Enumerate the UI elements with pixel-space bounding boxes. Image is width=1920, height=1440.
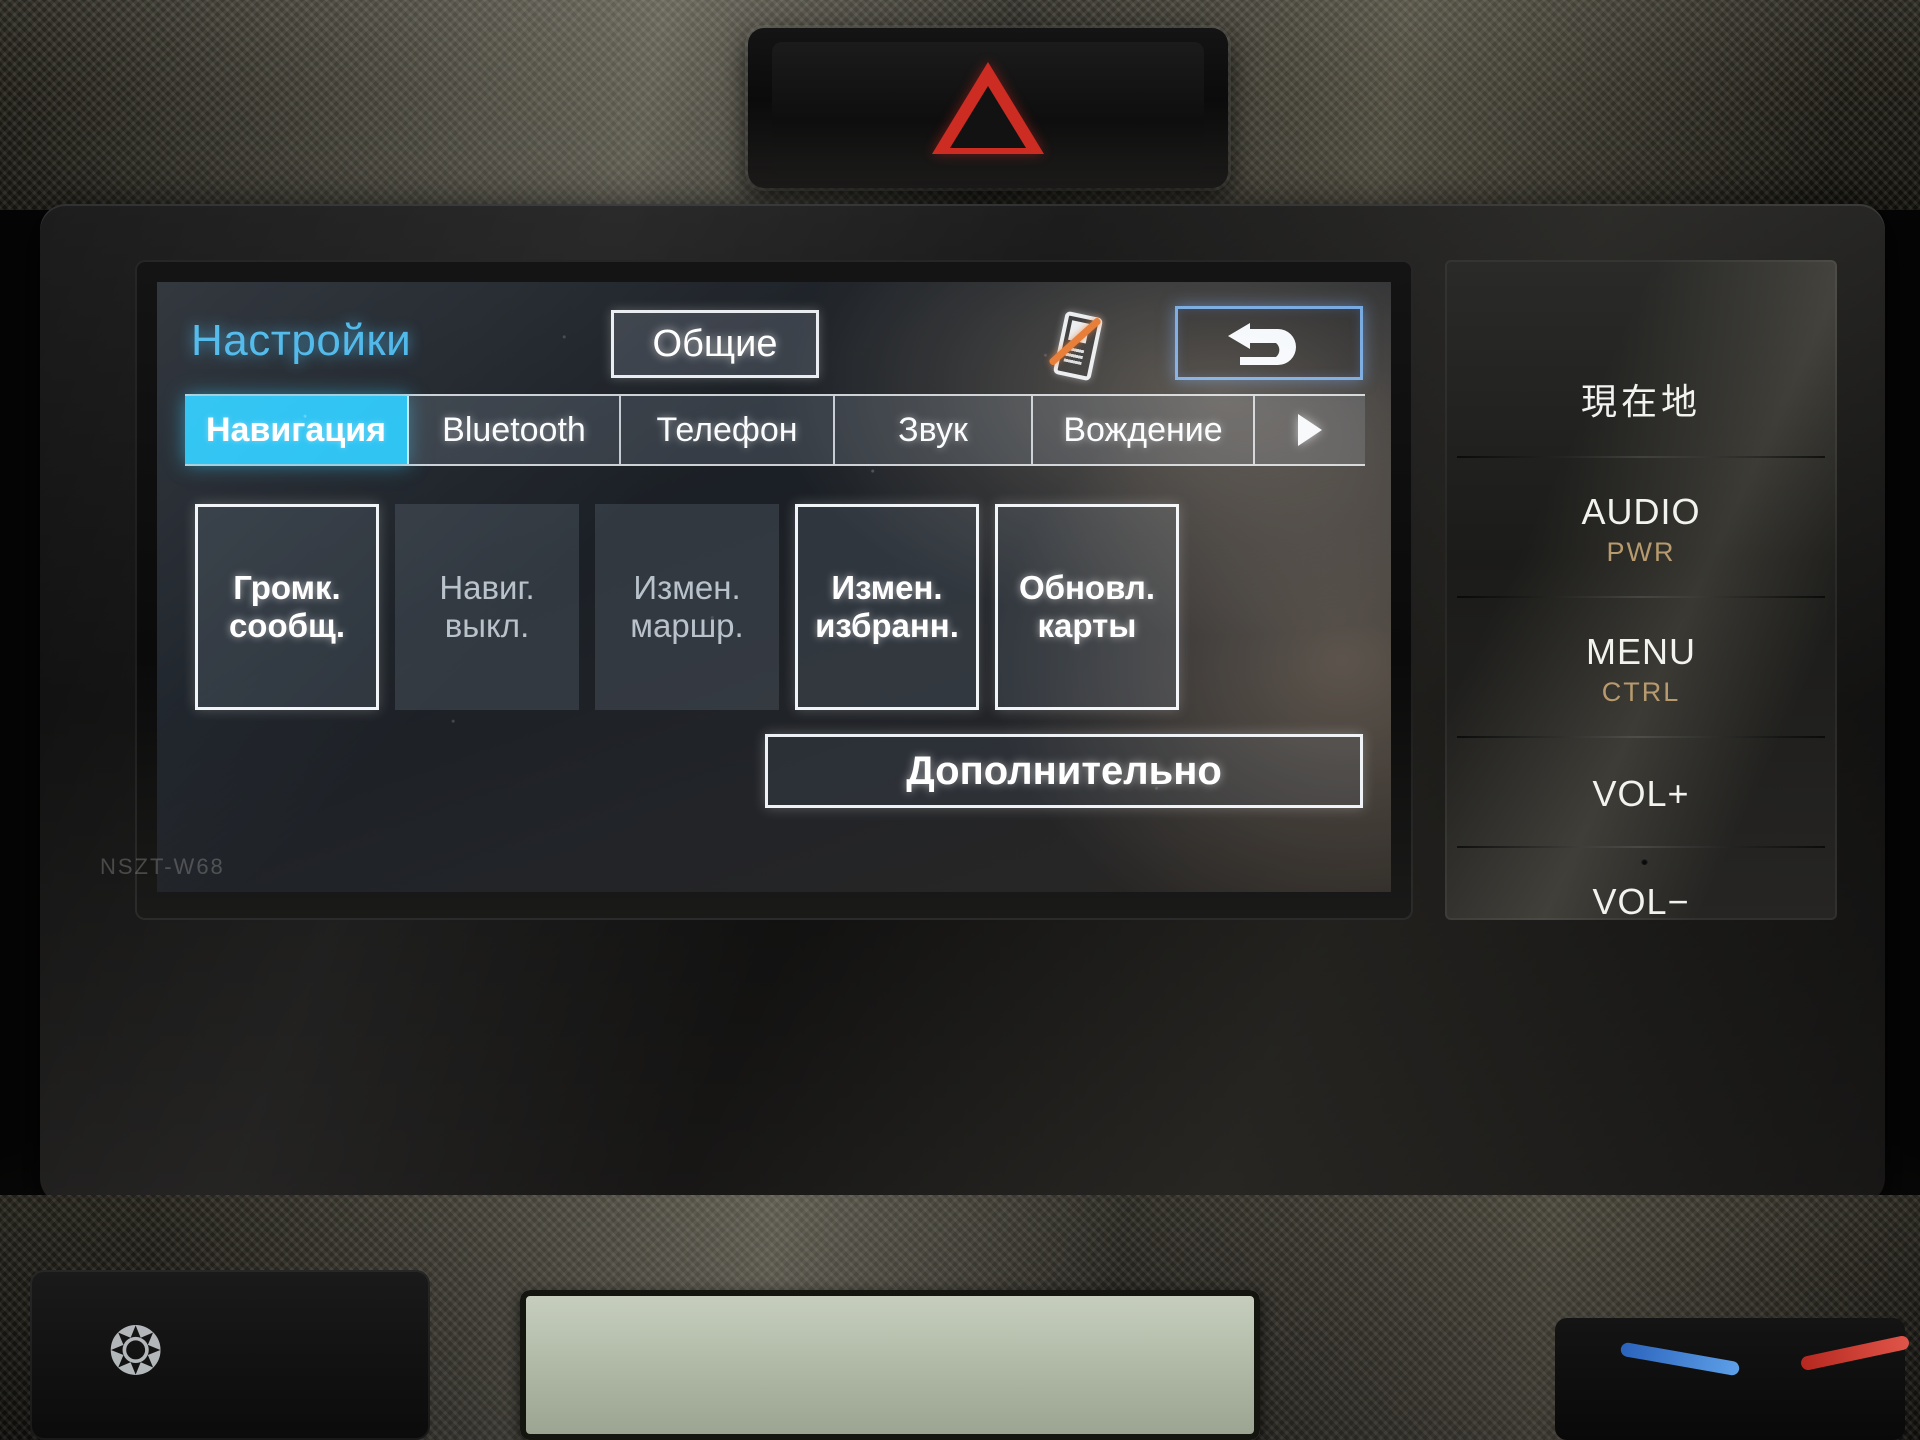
edit-favorites-button[interactable]: Измен. избранн. bbox=[795, 504, 979, 710]
tab-next-page-button[interactable] bbox=[1255, 396, 1365, 464]
tab-sound-label: Звук bbox=[898, 410, 968, 449]
screenshot-root: Настройки Общие Навигация Bluetooth Теле… bbox=[0, 0, 1920, 1440]
key-divider-1 bbox=[1457, 456, 1825, 458]
menu-ctrl-key[interactable]: MENU CTRL bbox=[1445, 604, 1837, 734]
tab-navigation-label: Навигация bbox=[206, 410, 386, 449]
reset-pinhole bbox=[1641, 858, 1648, 865]
edit-favorites-label-line2: избранн. bbox=[815, 607, 959, 644]
update-maps-label-line2: карты bbox=[1037, 607, 1137, 644]
navigation-off-label-line1: Навиг. bbox=[439, 568, 535, 606]
settings-tab-bar: Навигация Bluetooth Телефон Звук Вождени… bbox=[185, 394, 1365, 466]
change-route-button[interactable]: Измен. маршр. bbox=[595, 504, 779, 710]
additional-settings-button[interactable]: Дополнительно bbox=[765, 734, 1363, 808]
unit-model-label: NSZT-W68 bbox=[100, 854, 225, 879]
menu-key-label: MENU bbox=[1586, 630, 1696, 672]
audio-key-label: AUDIO bbox=[1581, 490, 1701, 532]
chevron-right-icon bbox=[1298, 414, 1322, 446]
tab-phone[interactable]: Телефон bbox=[621, 396, 835, 464]
key-divider-3 bbox=[1457, 736, 1825, 738]
phone-disconnected-icon bbox=[1043, 310, 1105, 382]
screen-bezel: Настройки Общие Навигация Bluetooth Теле… bbox=[135, 260, 1413, 920]
climate-control-panel bbox=[1555, 1318, 1905, 1440]
volume-down-label: VOL− bbox=[1592, 881, 1690, 922]
additional-settings-label: Дополнительно bbox=[906, 748, 1222, 793]
message-volume-label-line2: сообщ. bbox=[228, 607, 346, 644]
menu-key-sublabel: CTRL bbox=[1601, 676, 1681, 707]
hazard-light-button[interactable] bbox=[772, 42, 1204, 174]
tab-driving-label: Вождение bbox=[1063, 410, 1223, 449]
general-settings-label: Общие bbox=[652, 322, 778, 365]
navigation-off-label-line2: выкл. bbox=[444, 607, 530, 644]
key-divider-2 bbox=[1457, 596, 1825, 598]
tab-sound[interactable]: Звук bbox=[835, 396, 1033, 464]
hazard-button-housing bbox=[748, 28, 1228, 188]
screen-header: Настройки Общие bbox=[157, 302, 1391, 384]
tab-phone-label: Телефон bbox=[656, 410, 798, 449]
navigation-off-button[interactable]: Навиг. выкл. bbox=[395, 504, 579, 710]
change-route-label-line2: маршр. bbox=[630, 607, 744, 644]
climate-display bbox=[520, 1290, 1260, 1440]
back-button[interactable] bbox=[1175, 306, 1363, 380]
message-volume-button[interactable]: Громк. сообщ. bbox=[195, 504, 379, 710]
tab-bluetooth-label: Bluetooth bbox=[442, 410, 586, 449]
page-title: Настройки bbox=[191, 316, 412, 365]
change-route-label-line1: Измен. bbox=[633, 568, 741, 606]
back-arrow-icon bbox=[1228, 323, 1296, 365]
audio-key-sublabel: PWR bbox=[1606, 536, 1676, 567]
volume-down-key[interactable]: VOL− bbox=[1445, 852, 1837, 952]
volume-up-key[interactable]: VOL+ bbox=[1445, 744, 1837, 844]
volume-up-label: VOL+ bbox=[1592, 773, 1690, 814]
current-location-label: 現在地 bbox=[1580, 382, 1701, 423]
general-settings-button[interactable]: Общие bbox=[611, 310, 819, 378]
tab-driving[interactable]: Вождение bbox=[1033, 396, 1255, 464]
current-location-key[interactable]: 現在地 bbox=[1445, 344, 1837, 454]
hardware-key-column: 現在地 AUDIO PWR MENU CTRL VOL+ VOL− bbox=[1445, 260, 1837, 922]
tab-bluetooth[interactable]: Bluetooth bbox=[409, 396, 621, 464]
update-maps-label-line1: Обновл. bbox=[1018, 568, 1156, 606]
hazard-triangle-icon bbox=[932, 62, 1044, 154]
audio-power-key[interactable]: AUDIO PWR bbox=[1445, 464, 1837, 594]
message-volume-label-line1: Громк. bbox=[233, 568, 341, 606]
tab-navigation[interactable]: Навигация bbox=[185, 396, 409, 464]
head-unit: Настройки Общие Навигация Bluetooth Теле… bbox=[40, 204, 1885, 1204]
update-maps-button[interactable]: Обновл. карты bbox=[995, 504, 1179, 710]
lcd-display: Настройки Общие Навигация Bluetooth Теле… bbox=[157, 282, 1391, 892]
key-divider-4 bbox=[1457, 846, 1825, 848]
settings-button-grid: Громк. сообщ. Навиг. выкл. Измен. маршр.… bbox=[195, 504, 1355, 710]
edit-favorites-label-line1: Измен. bbox=[831, 568, 943, 606]
lower-console-panel bbox=[30, 1270, 430, 1440]
fan-icon: ❂ bbox=[108, 1314, 164, 1388]
